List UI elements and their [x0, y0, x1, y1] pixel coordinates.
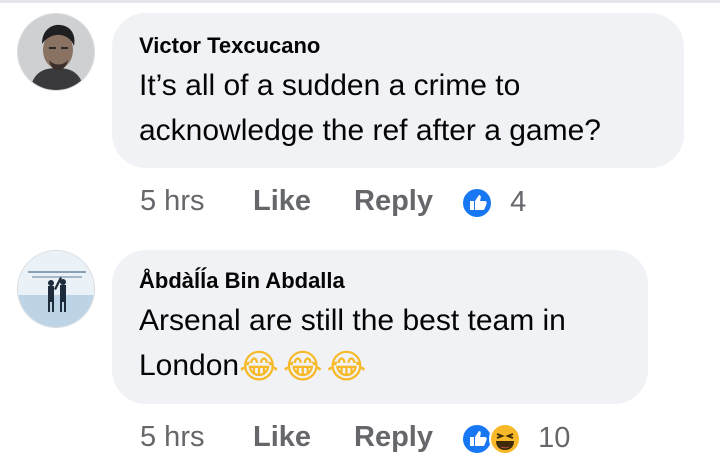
like-reaction-icon: [461, 187, 493, 220]
reaction-count: 10: [538, 422, 571, 454]
comment-text-line: It’s all of a sudden a crime to: [139, 69, 521, 102]
comment-text-fragment: London: [139, 349, 240, 382]
avatar-photo-icon: [18, 14, 94, 90]
comment-timestamp[interactable]: 5 hrs: [140, 185, 204, 218]
reaction-count: 4: [510, 186, 527, 218]
top-divider: [0, 0, 720, 3]
laughing-emoji: 😂: [282, 347, 323, 388]
reply-button[interactable]: Reply: [354, 421, 433, 454]
avatar[interactable]: [17, 250, 95, 328]
avatar[interactable]: [17, 13, 95, 91]
comment-bubble: Victor Texcucano It’s all of a sudden a …: [112, 13, 684, 168]
comment-actions: 5 hrs Like Reply 4: [140, 185, 560, 225]
laughing-emoji: 😂: [326, 347, 367, 388]
comment-bubble: Åbdàĺĺa Bin Abdalla Arsenal are still th…: [112, 250, 648, 404]
reactions-summary[interactable]: 10: [460, 422, 570, 456]
comment-timestamp[interactable]: 5 hrs: [140, 421, 204, 454]
comment-author[interactable]: Åbdàĺĺa Bin Abdalla: [139, 268, 345, 294]
comment-text-line: acknowledge the ref after a game?: [139, 114, 601, 147]
reactions-summary[interactable]: 4: [460, 186, 526, 220]
laughing-emoji: 😂: [239, 347, 279, 388]
comment-actions: 5 hrs Like Reply 10: [140, 421, 600, 461]
reply-button[interactable]: Reply: [354, 185, 433, 218]
like-button[interactable]: Like: [253, 185, 311, 218]
like-button[interactable]: Like: [253, 421, 311, 454]
comment-author[interactable]: Victor Texcucano: [139, 33, 320, 59]
comment-text: Arsenal are still the best team in Londo…: [139, 298, 628, 388]
comment-text: It’s all of a sudden a crime to acknowle…: [139, 63, 664, 153]
avatar-photo-icon: [18, 251, 94, 327]
haha-reaction-icon: [489, 423, 521, 456]
comment-text-line: Arsenal are still the best team in: [139, 304, 566, 337]
comment-text-line: London😂 😂 😂: [139, 343, 628, 388]
